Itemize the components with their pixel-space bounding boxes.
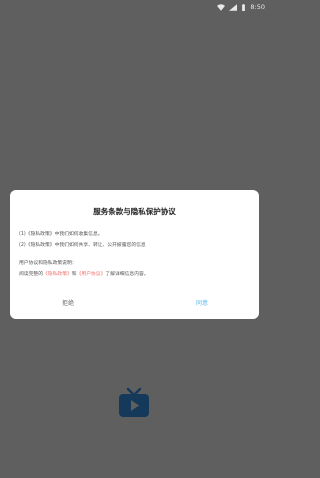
signal-icon [229, 3, 238, 11]
read-prefix: 阅读完整的 [19, 272, 43, 277]
status-time: 8:50 [250, 3, 265, 11]
dialog-title: 服务条款与隐私保护协议 [93, 207, 176, 216]
status-bar: 8:50 [0, 0, 269, 14]
policy-explanation-heading: 用户协议和隐私政策说明： [19, 261, 77, 266]
read-suffix: 了解详细信息内容。 [105, 272, 149, 277]
policy-read-line: 阅读完整的《隐私政策》和《用户协议》了解详细信息内容。 [19, 270, 149, 277]
policy-line-share: (2)《隐私政策》中我们如何共享、转让、公开披露您的信息 [19, 243, 146, 248]
tv-icon [119, 387, 149, 417]
policy-line-collect: (1)《隐私政策》中我们如何收集信息。 [19, 232, 103, 237]
battery-icon [242, 3, 246, 11]
privacy-dialog: 服务条款与隐私保护协议 (1)《隐私政策》中我们如何收集信息。 (2)《隐私政策… [10, 190, 259, 319]
wifi-icon [217, 3, 226, 11]
agree-button[interactable]: 同意 [196, 298, 208, 307]
privacy-policy-link[interactable]: 《隐私政策》 [43, 272, 72, 277]
refuse-button[interactable]: 拒绝 [62, 298, 74, 307]
user-agreement-link[interactable]: 《用户协议》 [77, 272, 106, 277]
